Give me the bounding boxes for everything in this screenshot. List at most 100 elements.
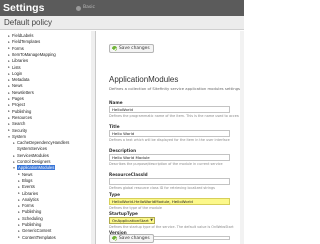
expand-toggle-icon[interactable]: ▸ bbox=[12, 154, 16, 158]
expand-toggle-icon[interactable] bbox=[12, 147, 16, 151]
tree-item-label: News bbox=[12, 83, 23, 89]
expand-toggle-icon[interactable]: ▾ bbox=[7, 135, 11, 139]
expand-toggle-icon[interactable]: ▸ bbox=[17, 223, 21, 227]
tree-item[interactable]: ▸ ServicesModules bbox=[12, 153, 49, 159]
title-help: Defines a text which will be displayed f… bbox=[109, 138, 230, 142]
description-label: Description bbox=[109, 148, 137, 153]
expand-toggle-icon[interactable]: ▸ bbox=[7, 91, 11, 95]
tree-item[interactable]: ▸ Publishing bbox=[7, 109, 31, 115]
tree-item[interactable]: ▸ Libraries bbox=[17, 191, 38, 197]
expand-toggle-icon[interactable]: ▸ bbox=[7, 84, 11, 88]
name-field[interactable]: HelloWorld bbox=[109, 106, 230, 113]
tree-item[interactable]: ▸ Security bbox=[7, 128, 27, 134]
tree-item-label: Forms bbox=[12, 45, 24, 51]
tree-item[interactable]: ▸ Newsletters bbox=[7, 90, 34, 96]
tree-item[interactable]: ▸ Blogs bbox=[17, 178, 32, 184]
tree-item-label: ServicesModules bbox=[17, 152, 49, 158]
tree-item-label: FieldLabels bbox=[12, 33, 34, 38]
tree-item[interactable]: ▸ News bbox=[7, 83, 22, 89]
tree-item[interactable]: ▸ Control Designers bbox=[12, 159, 51, 165]
title-field[interactable]: Hello World bbox=[109, 130, 230, 137]
chevron-down-icon: ▼ bbox=[150, 218, 153, 222]
tree-item-label: Control Designers bbox=[17, 159, 51, 164]
expand-toggle-icon[interactable]: ▸ bbox=[7, 59, 11, 63]
tree-item[interactable]: ▸ Publishing bbox=[17, 222, 41, 228]
basic-mode-icon[interactable] bbox=[76, 6, 81, 11]
expand-toggle-icon[interactable]: ▸ bbox=[7, 53, 11, 57]
panel-scrollbar[interactable] bbox=[240, 31, 244, 244]
tree-item[interactable]: ▸ Search bbox=[7, 121, 25, 127]
expand-toggle-icon[interactable]: ▸ bbox=[7, 72, 11, 76]
expand-toggle-icon[interactable]: ▸ bbox=[12, 141, 16, 145]
tree-item-label: Blogs bbox=[22, 177, 33, 183]
expand-toggle-icon[interactable]: ▸ bbox=[7, 40, 11, 44]
save-changes-label: Save changes bbox=[119, 46, 150, 51]
expand-toggle-icon[interactable]: ▸ bbox=[12, 160, 16, 164]
section-heading: ApplicationModules bbox=[109, 75, 179, 84]
type-field[interactable]: HelloWorld.HelloWorldModule, HelloWorld bbox=[109, 198, 230, 205]
save-icon bbox=[112, 236, 117, 241]
tree-item[interactable]: ▸ News bbox=[17, 172, 32, 178]
tree-item[interactable]: ▸ ContentTemplates bbox=[17, 235, 56, 241]
tree-item[interactable]: ▸ Forms bbox=[7, 46, 24, 52]
tree-item[interactable]: ▸ Login bbox=[7, 71, 22, 77]
resource-class-field[interactable] bbox=[109, 178, 230, 185]
expand-toggle-icon[interactable]: ▾ bbox=[12, 166, 16, 170]
tree-item[interactable]: ▸ GenericContent bbox=[17, 228, 51, 234]
save-changes-button-top[interactable]: Save changes bbox=[109, 44, 154, 53]
expand-toggle-icon[interactable]: ▸ bbox=[7, 97, 11, 101]
expand-toggle-icon[interactable]: ▸ bbox=[17, 191, 21, 195]
expand-toggle-icon[interactable]: ▸ bbox=[17, 229, 21, 233]
expand-toggle-icon[interactable]: ▸ bbox=[7, 65, 11, 69]
tree-item[interactable]: ▸ FieldLabels bbox=[7, 33, 33, 39]
basic-mode-label[interactable]: Basic bbox=[83, 4, 95, 12]
save-changes-button-bottom[interactable]: Save changes bbox=[109, 234, 154, 243]
tree-item[interactable]: ▸ Metadata bbox=[7, 77, 29, 83]
tree-item[interactable]: ▸ Lists bbox=[7, 65, 21, 71]
startup-type-select[interactable]: OnApplicationStart ▼ bbox=[109, 217, 155, 224]
tree-item-label: Scheduling bbox=[22, 215, 43, 221]
tree-item[interactable]: ▾ System bbox=[7, 134, 26, 140]
resource-class-help: Defines global resource class ID for ret… bbox=[109, 186, 215, 190]
expand-toggle-icon[interactable]: ▸ bbox=[7, 116, 11, 120]
tree-item[interactable]: SystemServices bbox=[12, 146, 47, 152]
expand-toggle-icon[interactable]: ▸ bbox=[17, 179, 21, 183]
tree-scrollbar[interactable] bbox=[91, 31, 95, 244]
tree-item[interactable]: ▸ FieldTemplates bbox=[7, 39, 40, 45]
expand-toggle-icon[interactable]: ▸ bbox=[7, 34, 11, 38]
expand-toggle-icon[interactable]: ▸ bbox=[17, 210, 21, 214]
tree-item[interactable]: ▸ Resources bbox=[7, 115, 32, 121]
tree-item[interactable]: ▸ CacheDependencyHandlers bbox=[12, 140, 69, 146]
tree-item[interactable]: ▸ Libraries bbox=[7, 58, 28, 64]
expand-toggle-icon[interactable]: ▸ bbox=[7, 46, 11, 50]
tree-item[interactable]: ▸ Project bbox=[7, 102, 25, 108]
expand-toggle-icon[interactable]: ▸ bbox=[17, 185, 21, 189]
expand-toggle-icon[interactable]: ▸ bbox=[7, 78, 11, 82]
tree-item-label: ItemToManageMapping bbox=[12, 51, 56, 57]
tree-item-label: Publishing bbox=[22, 222, 42, 227]
expand-toggle-icon[interactable]: ▸ bbox=[17, 217, 21, 221]
tree-item[interactable]: ▸ Publishing bbox=[17, 209, 41, 215]
tree-item[interactable]: ▸ Pages bbox=[7, 96, 24, 102]
expand-toggle-icon[interactable]: ▸ bbox=[7, 103, 11, 107]
save-changes-label: Save changes bbox=[119, 236, 150, 241]
tree-item[interactable]: ▸ Forms bbox=[17, 203, 34, 209]
expand-toggle-icon[interactable]: ▸ bbox=[7, 128, 11, 132]
tree-item-label: FieldTemplates bbox=[12, 39, 41, 45]
expand-toggle-icon[interactable]: ▸ bbox=[17, 198, 21, 202]
tree-item[interactable]: ▸ ItemToManageMapping bbox=[7, 52, 56, 58]
tree-item-label: Publishing bbox=[12, 108, 32, 114]
expand-toggle-icon[interactable]: ▸ bbox=[17, 172, 21, 176]
tree-item[interactable]: ▸ Events bbox=[17, 184, 35, 190]
expand-toggle-icon[interactable]: ▸ bbox=[17, 204, 21, 208]
expand-toggle-icon[interactable]: ▸ bbox=[7, 122, 11, 126]
top-bar: Settings Basic bbox=[0, 0, 244, 16]
description-field[interactable]: Hello World Module bbox=[109, 154, 230, 161]
tree-item[interactable]: ▸ Analytics bbox=[17, 197, 39, 203]
tree-item-label: ApplicationModules bbox=[17, 165, 56, 171]
tree-item[interactable]: ▸ Scheduling bbox=[17, 216, 43, 222]
tree-item-selected[interactable]: ▾ ApplicationModules bbox=[12, 165, 56, 171]
expand-toggle-icon[interactable]: ▸ bbox=[7, 109, 11, 113]
resource-class-label: ResourceClassId bbox=[109, 172, 148, 177]
expand-toggle-icon[interactable]: ▸ bbox=[17, 235, 21, 239]
